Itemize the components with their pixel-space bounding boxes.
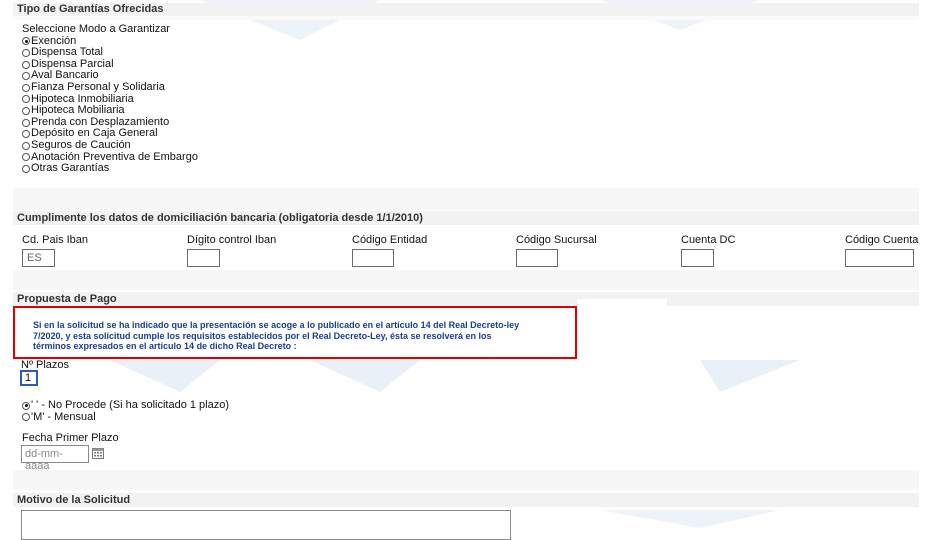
periodicidad-option-mensual[interactable]: 'M' - Mensual: [22, 410, 229, 424]
fecha-primer-plazo-input[interactable]: dd-mm-aaaa: [21, 445, 89, 472]
field-label: Cuenta DC: [681, 234, 736, 246]
option-label: Hipoteca Mobiliaria: [31, 104, 125, 117]
radio-icon[interactable]: [22, 153, 30, 162]
radio-icon[interactable]: [22, 72, 30, 81]
field-label: Cd. Pais Iban: [22, 234, 89, 246]
garantias-section-title: Tipo de Garantías Ofrecidas: [13, 3, 919, 16]
option-label: Otras Garantías: [31, 162, 110, 175]
field-cuenta-dc: Cuenta DC: [681, 234, 735, 267]
option-label: 'M' - Mensual: [31, 410, 96, 423]
radio-icon[interactable]: [22, 413, 30, 422]
codigo-entidad-input[interactable]: [352, 249, 394, 267]
field-label: Dígito control Iban: [187, 234, 277, 246]
plazos-input[interactable]: 1: [20, 370, 38, 386]
notice-line: términos expresados en el artículo 14 de…: [33, 341, 297, 351]
option-label: ' ' - No Procede (Si ha solicitado 1 pla…: [31, 399, 230, 412]
field-label: Código Sucursal: [516, 234, 597, 246]
field-label: Código Cuenta: [845, 234, 919, 246]
radio-icon[interactable]: [22, 95, 30, 104]
radio-icon[interactable]: [22, 60, 30, 69]
notice-line: Si en la solicitud se ha indicado que la…: [33, 320, 520, 330]
option-label: Seguros de Caución: [31, 138, 131, 151]
garantias-radio-group: Seleccione Modo a Garantizar Exención Di…: [22, 23, 198, 175]
pago-section-title: Propuesta de Pago: [13, 292, 919, 306]
option-label: Fianza Personal y Solidaria: [31, 80, 165, 93]
motivo-textarea[interactable]: [21, 510, 511, 540]
radio-checked-icon[interactable]: [22, 37, 30, 46]
field-digito-control-iban: Dígito control Iban: [187, 234, 276, 267]
garantia-option-fianza[interactable]: Fianza Personal y Solidaria: [22, 80, 198, 94]
cuenta-dc-input[interactable]: [681, 249, 714, 267]
garantias-prompt: Seleccione Modo a Garantizar: [22, 23, 170, 35]
radio-icon[interactable]: [22, 130, 30, 139]
field-codigo-entidad: Código Entidad: [352, 234, 427, 267]
radio-icon[interactable]: [22, 83, 30, 92]
pago-title-cover: [577, 299, 667, 307]
bancaria-section-title: Cumplimente los datos de domiciliación b…: [13, 211, 919, 225]
field-label: Código Entidad: [352, 234, 428, 246]
field-codigo-sucursal: Código Sucursal: [516, 234, 597, 267]
real-decreto-notice: Si en la solicitud se ha indicado que la…: [13, 306, 577, 359]
periodicidad-radio-group: ' ' - No Procede (Si ha solicitado 1 pla…: [22, 400, 229, 423]
radio-icon[interactable]: [22, 141, 30, 150]
cd-pais-iban-input[interactable]: ES: [22, 249, 55, 267]
radio-icon[interactable]: [22, 48, 30, 57]
field-cd-pais-iban: Cd. Pais Iban ES: [22, 234, 88, 267]
field-codigo-cuenta: Código Cuenta: [845, 234, 918, 267]
separator-band: [13, 188, 919, 210]
radio-icon[interactable]: [22, 106, 30, 115]
garantia-option-seguros[interactable]: Seguros de Caución: [22, 138, 198, 152]
garantias-panel: [13, 16, 919, 20]
fecha-primer-plazo-label: Fecha Primer Plazo: [22, 432, 119, 444]
separator-band: [13, 470, 919, 490]
separator-band: [13, 270, 919, 290]
garantia-option-hipoteca-mobiliaria[interactable]: Hipoteca Mobiliaria: [22, 105, 198, 117]
garantia-option-otras[interactable]: Otras Garantías: [22, 163, 198, 175]
radio-icon[interactable]: [22, 164, 30, 173]
notice-line: 7/2020, y esta solicitud cumple los requ…: [33, 330, 492, 341]
codigo-cuenta-input[interactable]: [845, 249, 914, 267]
calendar-icon[interactable]: [92, 448, 104, 459]
radio-icon[interactable]: [22, 118, 30, 127]
radio-checked-icon[interactable]: [22, 401, 30, 410]
digito-control-iban-input[interactable]: [187, 249, 220, 267]
codigo-sucursal-input[interactable]: [516, 249, 558, 267]
motivo-section-title: Motivo de la Solicitud: [13, 493, 919, 507]
periodicidad-option-no-procede[interactable]: ' ' - No Procede (Si ha solicitado 1 pla…: [22, 400, 229, 412]
